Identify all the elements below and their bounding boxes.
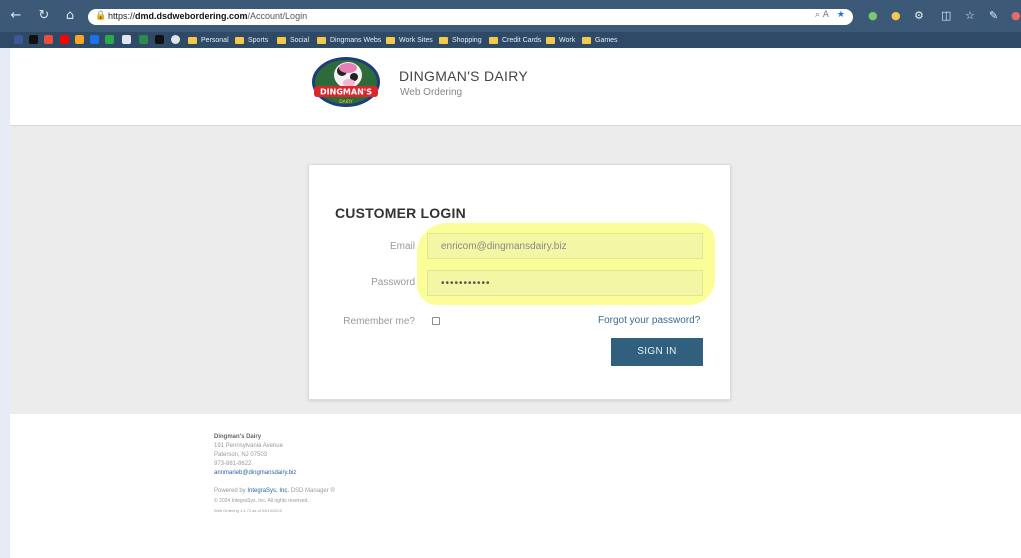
folder-icon (277, 37, 286, 44)
screenshot-frame: ← ↻ ⌂ 🔒 https://dmd.dsdwebordering.com/A… (0, 0, 1021, 558)
bookmark-folder-personal[interactable]: Personal (188, 35, 229, 46)
folder-icon (439, 37, 448, 44)
footer-version: Web Ordering 1.4.71 as of 03/19/2022 (214, 508, 282, 513)
bookmark-icon[interactable] (122, 35, 131, 44)
login-card: CUSTOMER LOGIN Email enricom@dingmansdai… (308, 164, 731, 400)
home-icon[interactable]: ⌂ (62, 8, 78, 24)
login-title: CUSTOMER LOGIN (335, 205, 466, 221)
refresh-icon[interactable]: ↻ (36, 8, 52, 24)
facebook-icon[interactable] (14, 35, 23, 44)
back-arrow-icon[interactable]: ← (8, 8, 24, 24)
folder-icon (582, 37, 591, 44)
dingmans-dairy-logo[interactable]: DINGMAN'S DAIRY (311, 56, 381, 108)
email-label: Email (389, 241, 415, 252)
bookmark-folder-shopping[interactable]: Shopping (439, 35, 482, 46)
footer-company: Dingman's Dairy (214, 434, 262, 440)
search-icon: ⌕ (814, 10, 820, 20)
web-page: DINGMAN'S DAIRY DINGMAN'S DAIRY Web Orde… (10, 48, 1021, 558)
password-field[interactable]: ••••••••••• (427, 270, 703, 296)
footer-city: Paterson, NJ 07503 (214, 452, 268, 458)
bookmark-folder-dingmans-webs[interactable]: Dingmans Webs (317, 35, 381, 46)
favorite-star-icon[interactable]: ★ (837, 10, 845, 20)
folder-icon (546, 37, 555, 44)
extension-icon[interactable]: ● (891, 9, 901, 23)
bookmark-folder-credit-cards[interactable]: Credit Cards (489, 35, 541, 46)
bookmark-icon[interactable] (171, 35, 180, 44)
folder-icon (235, 37, 244, 44)
brand-title: DINGMAN'S DAIRY (399, 68, 529, 84)
footer-powered-by: Powered by IntegraSys, Inc. DSD Manager … (214, 488, 335, 494)
bookmark-icon[interactable] (75, 35, 84, 44)
bookmark-icon[interactable] (90, 35, 99, 44)
remember-me-checkbox[interactable] (432, 317, 440, 325)
remember-me-label: Remember me? (343, 316, 415, 327)
footer-copyright: © 2024 IntegraSys, Inc. All rights reser… (214, 498, 309, 504)
bookmark-folder-sports[interactable]: Sports (235, 35, 268, 46)
bookmark-folder-work-sites[interactable]: Work Sites (386, 35, 433, 46)
read-aloud-icon: A (822, 10, 829, 20)
bookmark-folder-social[interactable]: Social (277, 35, 309, 46)
svg-text:DINGMAN'S: DINGMAN'S (320, 88, 372, 97)
footer-phone: 973-881-8622 (214, 461, 252, 467)
folder-icon (386, 37, 395, 44)
browser-toolbar: ← ↻ ⌂ 🔒 https://dmd.dsdwebordering.com/A… (0, 0, 1021, 32)
integrasys-link[interactable]: IntegraSys, Inc. (247, 488, 289, 494)
lock-icon: 🔒 (95, 11, 107, 21)
address-bar-tools: ⌕ A ★ (815, 10, 845, 20)
extension-icon[interactable]: ● (868, 9, 878, 23)
favorites-icon[interactable]: ☆ (965, 9, 975, 23)
folder-icon (188, 37, 197, 44)
address-bar[interactable]: 🔒 https://dmd.dsdwebordering.com/Account… (88, 9, 853, 25)
bookmark-icon[interactable] (155, 35, 164, 44)
footer-street: 191 Pennsylvania Avenue (214, 443, 283, 449)
bookmark-icon[interactable] (44, 35, 53, 44)
forgot-password-link[interactable]: Forgot your password? (598, 315, 700, 326)
brand-subtitle: Web Ordering (400, 87, 463, 98)
x-icon[interactable] (29, 35, 38, 44)
footer-email-link[interactable]: annmarieb@dingmansdairy.biz (214, 470, 296, 476)
svg-text:DAIRY: DAIRY (339, 99, 353, 105)
bookmark-icon[interactable] (105, 35, 114, 44)
url-text: https://dmd.dsdwebordering.com/Account/L… (108, 11, 308, 21)
settings-gear-icon[interactable]: ⚙ (914, 9, 924, 23)
bookmark-folder-work[interactable]: Work (546, 35, 575, 46)
folder-icon (317, 37, 326, 44)
bookmark-folder-games[interactable]: Games (582, 35, 618, 46)
sign-in-button[interactable]: SIGN IN (611, 338, 703, 366)
site-footer: Dingman's Dairy 191 Pennsylvania Avenue … (10, 414, 1021, 558)
password-label: Password (371, 277, 415, 288)
folder-icon (489, 37, 498, 44)
bookmarks-bar: Personal Sports Social Dingmans Webs Wor… (0, 32, 1021, 48)
split-screen-icon[interactable]: ◫ (941, 9, 951, 23)
site-header: DINGMAN'S DAIRY DINGMAN'S DAIRY Web Orde… (10, 48, 1021, 126)
email-field[interactable]: enricom@dingmansdairy.biz (427, 233, 703, 259)
extensions-puzzle-icon[interactable]: ✎ (989, 9, 998, 23)
profile-icon[interactable]: ● (1011, 9, 1021, 23)
bookmark-icon[interactable] (139, 35, 148, 44)
youtube-icon[interactable] (60, 35, 69, 44)
